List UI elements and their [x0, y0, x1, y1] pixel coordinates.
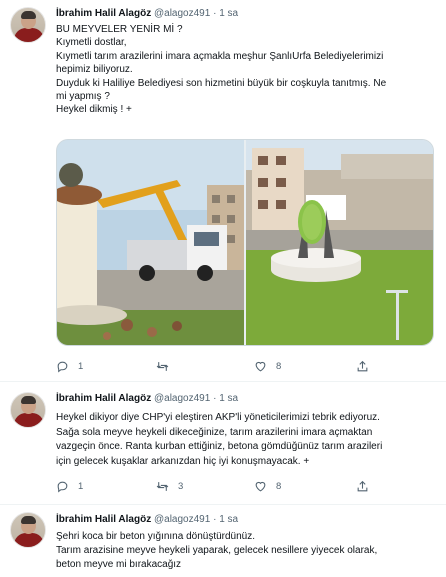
timestamp[interactable]: 1 sa	[219, 393, 238, 404]
text-line: Kıymetli dostlar,	[56, 37, 127, 49]
tweet-text: Heykel dikiyor diye CHP'yi eleştiren AKP…	[56, 411, 436, 469]
text-line: hepimiz biliyoruz.	[56, 64, 133, 76]
share-icon	[357, 480, 368, 492]
text-line: Sağa sola meyve heykeli dikeceğinize, ta…	[56, 426, 373, 438]
text-line: mi yapmış ?	[56, 91, 110, 103]
separator-dot: ·	[213, 8, 217, 19]
timestamp[interactable]: 1 sa	[219, 514, 238, 525]
retweet-count: 3	[178, 481, 184, 492]
tweet-actions: 1 8	[56, 360, 436, 376]
tweet-1[interactable]: İbrahim Halil Alagöz @alagoz491 · 1 sa B…	[0, 0, 446, 373]
avatar[interactable]	[10, 7, 46, 43]
text-line: Kıymetli tarım arazilerini imara açmakla…	[56, 50, 384, 62]
tweet-text: BU MEYVELER YENİR Mİ ? Kıymetli dostlar,…	[56, 23, 436, 117]
retweet-button[interactable]	[156, 360, 178, 373]
tweet-header: İbrahim Halil Alagöz @alagoz491 · 1 sa	[56, 514, 238, 525]
reply-icon	[57, 361, 68, 373]
share-icon	[357, 360, 368, 372]
avatar[interactable]	[10, 392, 46, 428]
separator-dot: ·	[213, 393, 217, 404]
author-handle[interactable]: @alagoz491	[154, 393, 210, 404]
heart-icon	[255, 361, 266, 372]
tweet-text: Şehri koca bir beton yığınına dönüştürdü…	[56, 530, 436, 572]
tweet-header: İbrahim Halil Alagöz @alagoz491 · 1 sa	[56, 393, 238, 404]
retweet-icon	[156, 362, 169, 371]
author-name[interactable]: İbrahim Halil Alagöz	[56, 8, 151, 19]
text-line: beton meyve mi bırakacağız	[56, 559, 182, 570]
author-name[interactable]: İbrahim Halil Alagöz	[56, 514, 151, 525]
like-button[interactable]: 8	[254, 480, 281, 493]
tweet-media[interactable]	[56, 139, 434, 346]
text-line[interactable]: Heykel dikmiş ! +	[56, 103, 436, 116]
text-line: Duyduk ki Haliliye Belediyesi son hizmet…	[56, 77, 387, 89]
reply-button[interactable]: 1	[56, 360, 83, 373]
text-line: Şehri koca bir beton yığınına dönüştürdü…	[56, 531, 256, 542]
media-photo-sculpture[interactable]	[246, 140, 433, 345]
text-line: vazgeçin önce. Ranta kurban ettiğiniz, b…	[56, 441, 383, 452]
share-button[interactable]	[356, 480, 369, 493]
tweet-2[interactable]: İbrahim Halil Alagöz @alagoz491 · 1 sa H…	[0, 382, 446, 497]
retweet-icon	[156, 482, 169, 491]
text-line: BU MEYVELER YENİR Mİ ?	[56, 24, 183, 35]
media-photo-crane[interactable]	[57, 140, 244, 345]
author-name[interactable]: İbrahim Halil Alagöz	[56, 393, 151, 404]
separator-dot: ·	[213, 514, 217, 525]
retweet-button[interactable]: 3	[156, 480, 183, 493]
reply-count: 1	[78, 361, 84, 372]
author-handle[interactable]: @alagoz491	[154, 514, 210, 525]
tweet-actions: 1 3 8	[56, 480, 436, 496]
avatar[interactable]	[10, 512, 46, 548]
timestamp[interactable]: 1 sa	[219, 8, 238, 19]
tweet-header: İbrahim Halil Alagöz @alagoz491 · 1 sa	[56, 8, 238, 19]
heart-icon	[255, 481, 266, 492]
tweet-3[interactable]: İbrahim Halil Alagöz @alagoz491 · 1 sa Ş…	[0, 505, 446, 577]
like-count: 8	[276, 361, 282, 372]
text-line: Tarım arazisine meyve heykeli yaparak, g…	[56, 545, 378, 556]
reply-icon	[57, 481, 68, 493]
like-button[interactable]: 8	[254, 360, 281, 373]
share-button[interactable]	[356, 360, 369, 373]
author-handle[interactable]: @alagoz491	[154, 8, 210, 19]
like-count: 8	[276, 481, 282, 492]
reply-count: 1	[78, 481, 84, 492]
reply-button[interactable]: 1	[56, 480, 83, 493]
text-line[interactable]: için gelecek kuşaklar arkanızdan hiç iyi…	[56, 455, 436, 470]
text-line: Heykel dikiyor diye CHP'yi eleştiren AKP…	[56, 412, 380, 423]
